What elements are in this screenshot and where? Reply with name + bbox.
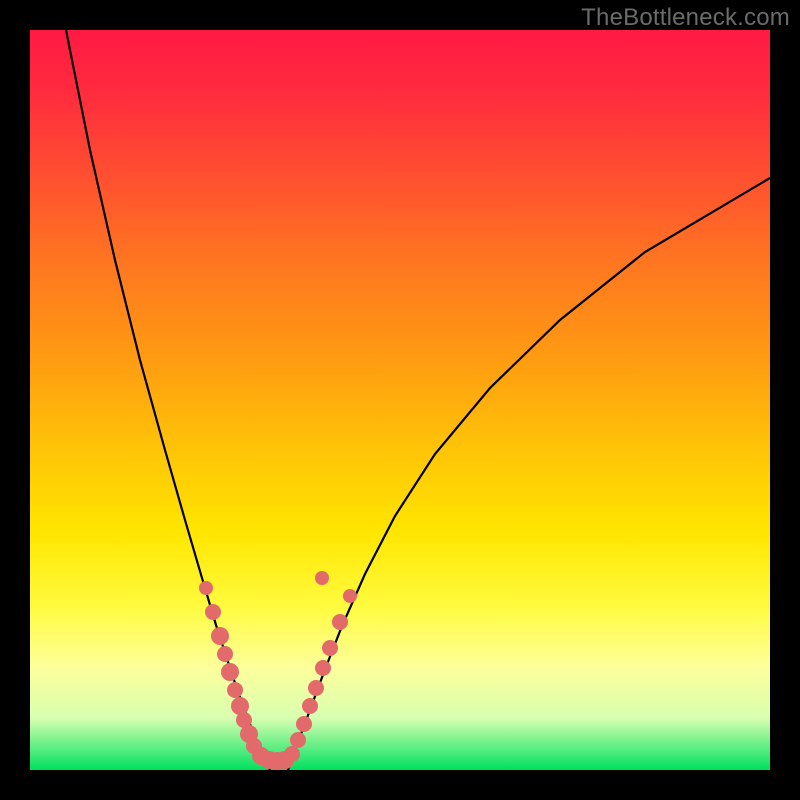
- plot-area: [30, 30, 770, 770]
- scatter-dot: [315, 571, 329, 585]
- scatter-dot: [217, 646, 233, 662]
- scatter-dot: [205, 604, 221, 620]
- scatter-dot: [322, 640, 338, 656]
- scatter-dot: [227, 682, 243, 698]
- scatter-dot: [284, 746, 300, 762]
- scatter-dot: [231, 697, 249, 715]
- scatter-dot: [343, 589, 357, 603]
- scatter-dot: [308, 680, 324, 696]
- scatter-dot: [296, 716, 312, 732]
- scatter-dot: [221, 663, 239, 681]
- outer-frame: TheBottleneck.com: [0, 0, 800, 800]
- scatter-dot: [199, 581, 213, 595]
- scatter-dots: [199, 571, 357, 770]
- scatter-dot: [211, 627, 229, 645]
- watermark-text: TheBottleneck.com: [581, 4, 790, 32]
- chart-svg: [30, 30, 770, 770]
- scatter-dot: [332, 614, 348, 630]
- scatter-dot: [315, 660, 331, 676]
- scatter-dot: [302, 698, 318, 714]
- left-curve: [66, 30, 270, 770]
- right-curve: [288, 178, 770, 770]
- scatter-dot: [290, 732, 306, 748]
